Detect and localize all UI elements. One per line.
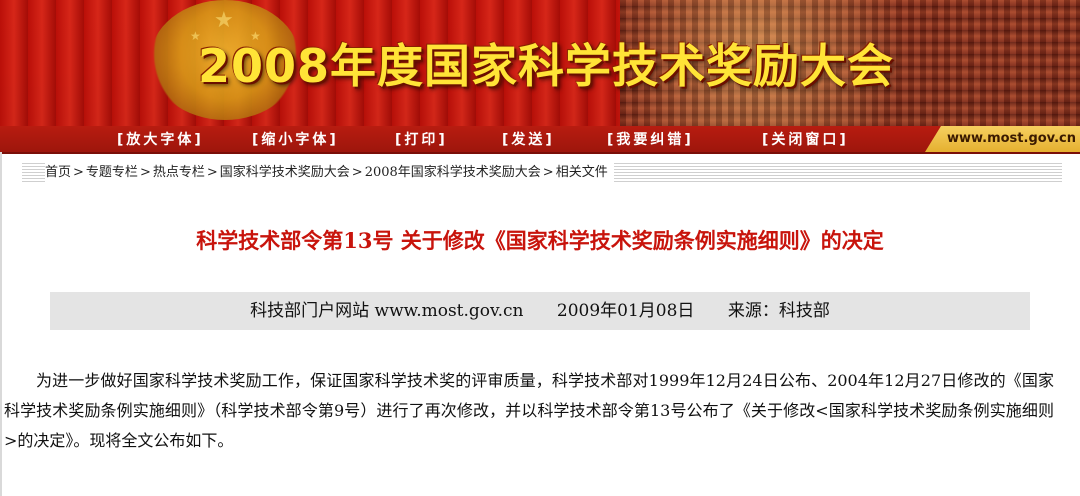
article-title: 科学技术部令第13号 关于修改《国家科学技术奖励条例实施细则》的决定 <box>196 228 884 253</box>
breadcrumb-separator: > <box>206 165 218 180</box>
article-meta: 科技部门户网站 www.most.gov.cn 2009年01月08日 来源：科… <box>50 292 1030 330</box>
meta-source: 来源：科技部 <box>727 301 830 321</box>
breadcrumb: 首页 > 专题专栏 > 热点专栏 > 国家科学技术奖励大会 >2008年国家科学技术奖励大会 >… <box>45 163 614 183</box>
article-paragraph: 为进一步做好国家科学技术奖励工作，保证国家科学技术奖的评审质量，科学技术部对19… <box>4 371 1054 450</box>
toolbar: [放大字体] [缩小字体] [打印] [发送] [我要纠错] [关闭窗口] ww… <box>0 126 1080 154</box>
banner-title: 2008年度国家科学技术奖励大会 <box>198 39 895 93</box>
breadcrumb-award-conference[interactable]: 国家科学技术奖励大会 <box>220 165 350 180</box>
breadcrumb-related-docs[interactable]: 相关文件 <box>556 165 608 180</box>
enlarge-font-button[interactable]: [放大字体] <box>117 129 204 149</box>
print-button[interactable]: [打印] <box>395 129 448 149</box>
meta-date: 2009年01月08日 <box>556 301 695 321</box>
breadcrumb-home[interactable]: 首页 <box>45 165 71 180</box>
header-banner: ★ ★ ★ 2008年度国家科学技术奖励大会 <box>0 0 1080 126</box>
shrink-font-button[interactable]: [缩小字体] <box>252 129 339 149</box>
breadcrumb-separator: > <box>351 165 363 180</box>
breadcrumb-2008-conference[interactable]: 2008年国家科学技术奖励大会 <box>365 165 541 180</box>
site-url[interactable]: www.most.gov.cn <box>925 126 1080 152</box>
meta-site: 科技部门户网站 www.most.gov.cn <box>250 301 524 321</box>
breadcrumb-topics[interactable]: 专题专栏 <box>86 165 138 180</box>
breadcrumb-hot-topics[interactable]: 热点专栏 <box>153 165 205 180</box>
page-frame-border <box>0 152 2 496</box>
close-window-button[interactable]: [关闭窗口] <box>762 129 849 149</box>
breadcrumb-separator: > <box>139 165 151 180</box>
breadcrumb-separator: > <box>73 165 84 180</box>
report-error-button[interactable]: [我要纠错] <box>607 129 694 149</box>
send-button[interactable]: [发送] <box>502 129 555 149</box>
article-body: 为进一步做好国家科学技术奖励工作，保证国家科学技术奖的评审质量，科学技术部对19… <box>4 366 1054 456</box>
breadcrumb-separator: > <box>542 165 554 180</box>
